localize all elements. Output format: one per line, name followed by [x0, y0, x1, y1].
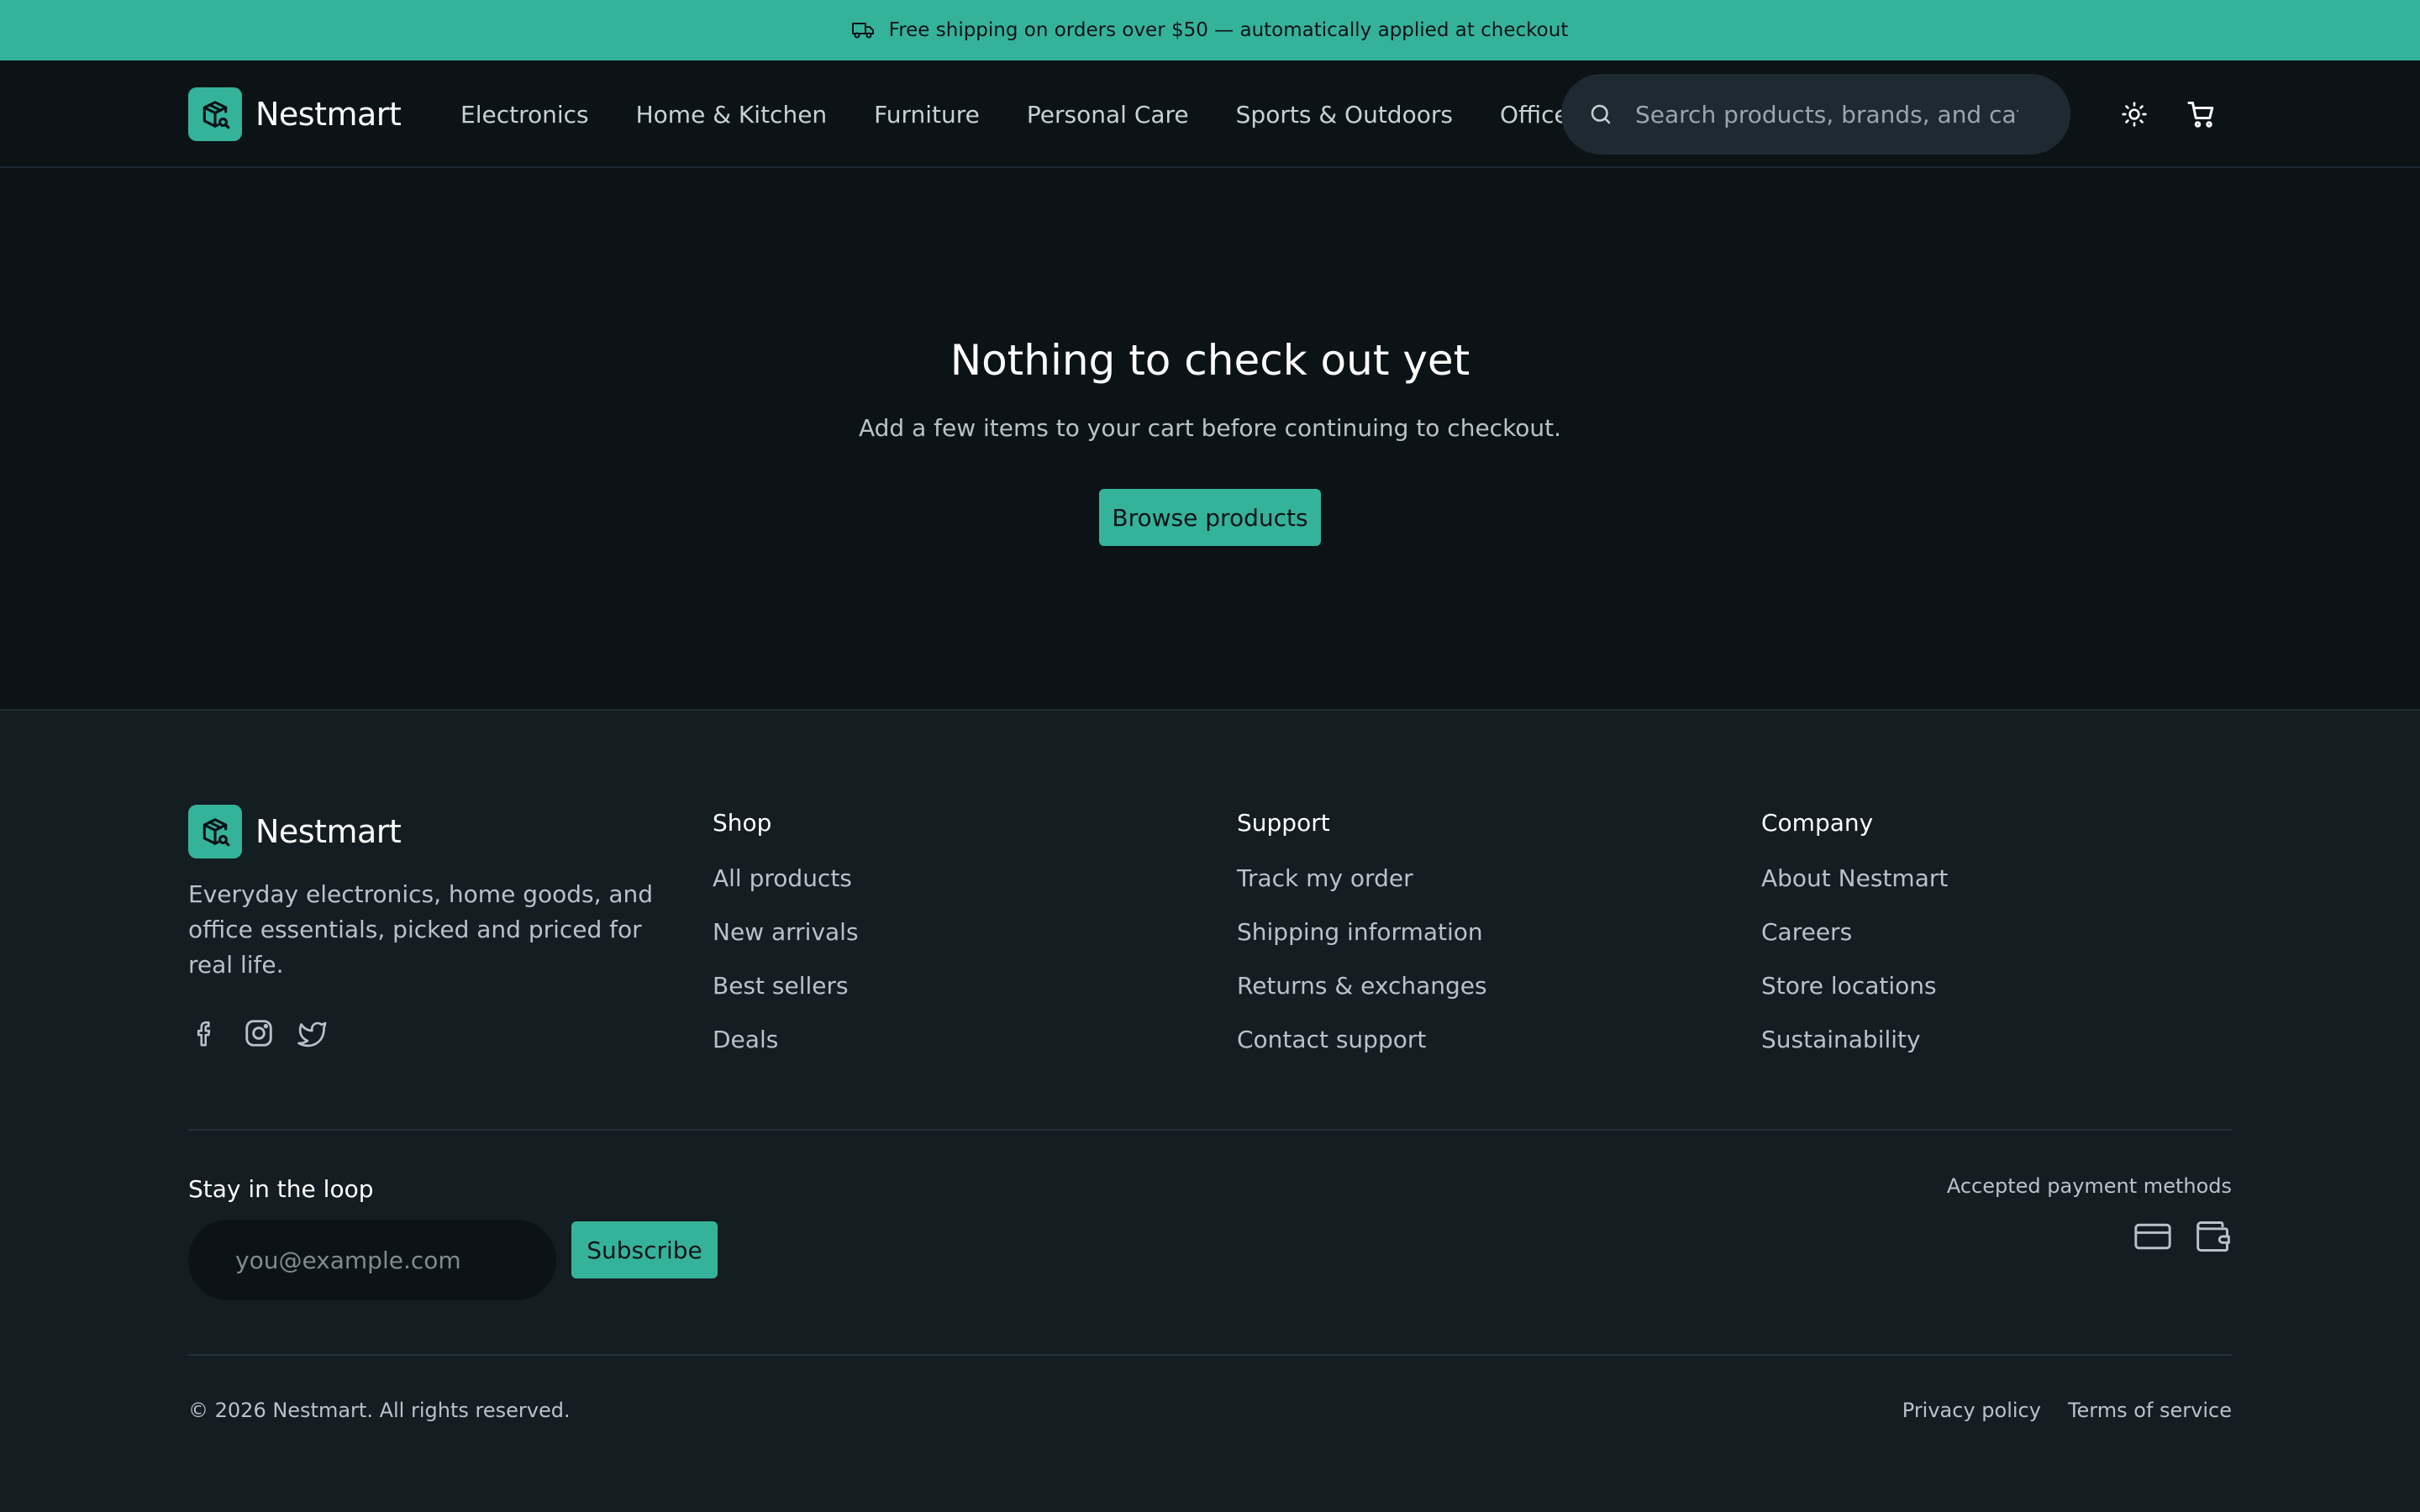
nav-sports-outdoors[interactable]: Sports & Outdoors: [1236, 101, 1453, 129]
footer-link-about[interactable]: About Nestmart: [1761, 862, 1948, 895]
footer-link-deals[interactable]: Deals: [713, 1023, 859, 1057]
footer-col-shop: Shop All products New arrivals Best sell…: [713, 806, 859, 1077]
copyright-text: © 2026 Nestmart. All rights reserved.: [188, 1399, 571, 1422]
nav-personal-care[interactable]: Personal Care: [1027, 101, 1189, 129]
search-box: [1561, 74, 2070, 155]
search-icon: [1588, 102, 1613, 127]
footer-description: Everyday electronics, home goods, and of…: [188, 880, 654, 979]
footer-brand-name: Nestmart: [255, 813, 402, 850]
twitter-icon[interactable]: [296, 1016, 329, 1050]
wallet-icon: [2195, 1218, 2232, 1255]
footer-link-contact-support[interactable]: Contact support: [1237, 1023, 1487, 1057]
footer-col-title: Company: [1761, 809, 1874, 837]
credit-card-icon: [2134, 1218, 2171, 1255]
browse-products-button[interactable]: Browse products: [1099, 489, 1321, 546]
footer-col-support: Support Track my order Shipping informat…: [1237, 806, 1487, 1077]
footer-col-company: Company About Nestmart Careers Store loc…: [1761, 806, 1948, 1077]
nav-electronics[interactable]: Electronics: [460, 101, 589, 129]
newsletter-title: Stay in the loop: [188, 1175, 374, 1203]
instagram-icon[interactable]: [242, 1016, 276, 1050]
empty-state-subtitle: Add a few items to your cart before cont…: [858, 414, 1562, 442]
privacy-policy-link[interactable]: Privacy policy: [1902, 1396, 2041, 1425]
terms-of-service-link[interactable]: Terms of service: [2068, 1396, 2232, 1425]
package-search-icon: [188, 805, 242, 858]
footer-link-new-arrivals[interactable]: New arrivals: [713, 916, 859, 949]
social-links: [188, 1016, 329, 1050]
legal-links: Privacy policy Terms of service: [1902, 1396, 2232, 1425]
footer-brand[interactable]: Nestmart: [188, 805, 402, 858]
empty-state-title: Nothing to check out yet: [950, 336, 1470, 385]
footer-link-track-order[interactable]: Track my order: [1237, 862, 1487, 895]
package-search-icon: [188, 87, 242, 141]
site-header: Nestmart Electronics Home & Kitchen Furn…: [0, 60, 2420, 168]
footer-link-shipping-info[interactable]: Shipping information: [1237, 916, 1487, 949]
cart-icon[interactable]: [2185, 97, 2218, 131]
footer-link-careers[interactable]: Careers: [1761, 916, 1948, 949]
nav-home-kitchen[interactable]: Home & Kitchen: [636, 101, 828, 129]
announcement-bar: Free shipping on orders over $50 — autom…: [0, 0, 2420, 60]
search-input[interactable]: [1634, 99, 2020, 129]
sun-icon[interactable]: [2118, 97, 2151, 131]
footer-col-title: Shop: [713, 809, 772, 837]
footer-link-best-sellers[interactable]: Best sellers: [713, 969, 859, 1003]
newsletter-email-input[interactable]: [188, 1220, 556, 1300]
nav-furniture[interactable]: Furniture: [874, 101, 980, 129]
footer-bottom-divider: [188, 1354, 2232, 1356]
nav-office[interactable]: Office: [1500, 101, 1569, 129]
footer-link-returns[interactable]: Returns & exchanges: [1237, 969, 1487, 1003]
footer-col-title: Support: [1237, 809, 1330, 837]
facebook-icon[interactable]: [188, 1016, 222, 1050]
truck-icon: [851, 20, 876, 40]
footer-link-sustainability[interactable]: Sustainability: [1761, 1023, 1948, 1057]
announcement-text: Free shipping on orders over $50 — autom…: [888, 19, 1569, 41]
footer-link-store-locations[interactable]: Store locations: [1761, 969, 1948, 1003]
subscribe-button[interactable]: Subscribe: [571, 1221, 718, 1278]
main-nav: Electronics Home & Kitchen Furniture Per…: [460, 94, 1569, 134]
brand-logo-link[interactable]: Nestmart: [188, 87, 402, 141]
payment-methods: [2134, 1218, 2232, 1255]
payment-methods-label: Accepted payment methods: [1946, 1174, 2232, 1198]
footer-link-all-products[interactable]: All products: [713, 862, 859, 895]
footer-divider: [188, 1129, 2232, 1131]
brand-name: Nestmart: [255, 96, 402, 133]
